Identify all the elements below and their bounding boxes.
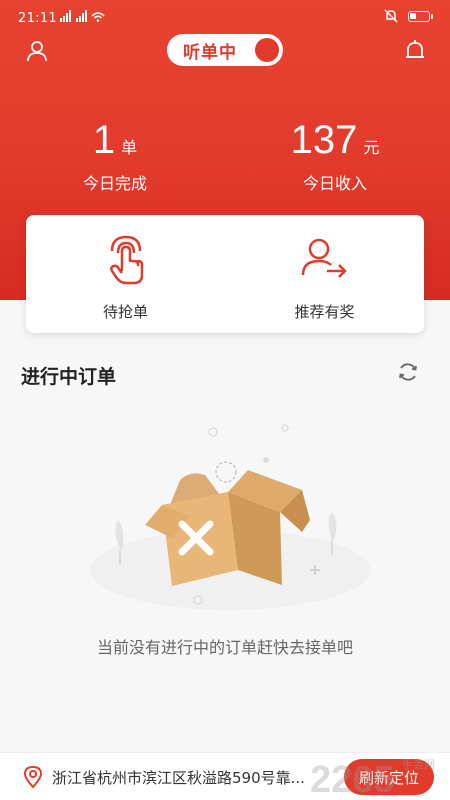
income-stat: 137 元 今日收入 [270,118,400,194]
income-value: 137 [290,118,358,162]
status-bar: 21:11 [0,0,450,34]
mute-bell-icon [384,9,398,23]
grab-order-label: 待抢单 [102,303,148,321]
bell-icon[interactable] [400,36,430,66]
referral-reward-button[interactable]: 推荐有奖 [225,215,424,333]
quick-actions-card: 待抢单 推荐有奖 [26,215,424,333]
current-address: 浙江省杭州市滨江区秋溢路590号靠... [52,769,305,787]
signal-icon [60,10,106,25]
status-time: 21:11 [18,11,57,26]
user-icon[interactable] [22,36,52,66]
empty-orders-text: 当前没有进行中的订单赶快去接单吧 [96,638,353,657]
location-bar: 浙江省杭州市滨江区秋溢路590号靠... 刷新定位 [0,752,450,800]
completed-value: 1 [92,118,116,162]
income-caption: 今日收入 [302,174,367,193]
grab-order-button[interactable]: 待抢单 [26,215,225,333]
empty-box-illustration [70,420,390,620]
completed-stat: 1单 今日完成 [60,118,170,194]
completed-caption: 今日完成 [82,174,147,193]
tap-hand-icon [96,229,156,289]
status-right [384,9,433,23]
orders-section-title: 进行中订单 [21,366,117,388]
location-pin-icon [22,765,44,789]
referral-label: 推荐有奖 [294,303,355,321]
refer-user-icon [295,229,355,289]
listening-toggle[interactable]: 听单中 [167,34,283,66]
income-unit: 元 [363,138,380,157]
listening-label: 听单中 [183,42,237,63]
completed-unit: 单 [121,138,138,157]
battery-icon [408,10,433,22]
refresh-location-button[interactable]: 刷新定位 [344,759,434,795]
refresh-icon[interactable] [396,360,420,384]
toggle-knob [255,38,279,62]
